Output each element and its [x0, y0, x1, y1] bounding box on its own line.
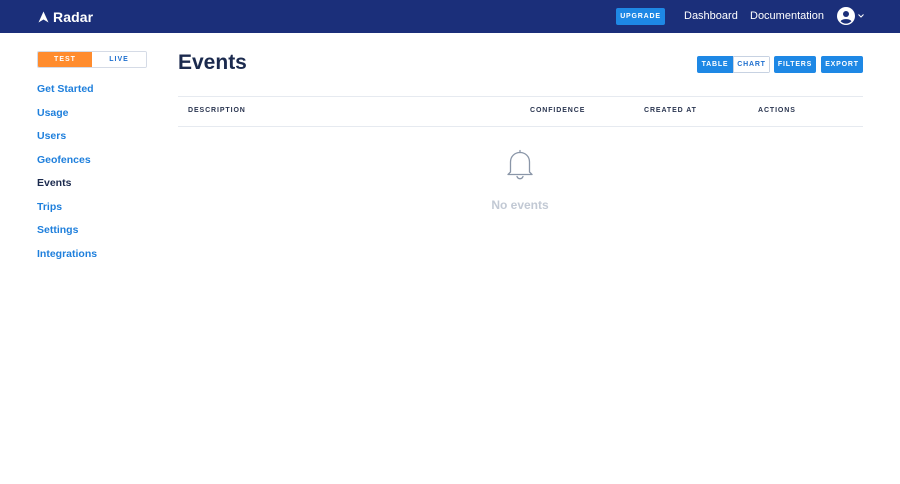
sidebar-nav: Get Started Usage Users Geofences Events… — [37, 82, 97, 270]
chart-view-button[interactable]: CHART — [733, 56, 770, 73]
events-table-header: DESCRIPTION CONFIDENCE CREATED AT ACTION… — [178, 96, 863, 127]
environment-toggle: TEST LIVE — [37, 51, 147, 68]
sidebar-item-get-started[interactable]: Get Started — [37, 82, 97, 106]
export-button[interactable]: EXPORT — [821, 56, 863, 73]
env-live-option[interactable]: LIVE — [92, 52, 146, 67]
column-header-description[interactable]: DESCRIPTION — [188, 107, 246, 114]
view-mode-toggle: TABLE CHART — [697, 56, 770, 73]
nav-dashboard-link[interactable]: Dashboard — [684, 9, 738, 23]
sidebar-item-trips[interactable]: Trips — [37, 200, 97, 224]
column-header-confidence[interactable]: CONFIDENCE — [530, 107, 585, 114]
top-navbar: Radar UPGRADE Dashboard Documentation — [0, 0, 900, 33]
sidebar-item-integrations[interactable]: Integrations — [37, 247, 97, 271]
sidebar-item-geofences[interactable]: Geofences — [37, 153, 97, 177]
empty-state: No events — [470, 148, 570, 212]
column-header-actions: ACTIONS — [758, 107, 796, 114]
env-test-option[interactable]: TEST — [38, 52, 92, 67]
radar-logo[interactable]: Radar — [38, 9, 93, 25]
sidebar-item-settings[interactable]: Settings — [37, 223, 97, 247]
logo-text: Radar — [53, 9, 94, 25]
sidebar-item-users[interactable]: Users — [37, 129, 97, 153]
page-title: Events — [178, 51, 247, 74]
account-menu[interactable] — [837, 7, 864, 25]
table-view-button[interactable]: TABLE — [697, 56, 733, 73]
filters-button[interactable]: FILTERS — [774, 56, 816, 73]
radar-logo-icon — [38, 11, 49, 23]
upgrade-button[interactable]: UPGRADE — [616, 8, 665, 25]
chevron-down-icon — [858, 14, 864, 18]
bell-icon — [507, 149, 533, 180]
empty-state-text: No events — [491, 198, 549, 212]
sidebar-item-events[interactable]: Events — [37, 176, 97, 200]
sidebar-item-usage[interactable]: Usage — [37, 106, 97, 130]
nav-documentation-link[interactable]: Documentation — [750, 9, 824, 23]
column-header-created-at[interactable]: CREATED AT — [644, 107, 697, 114]
avatar-icon — [837, 7, 855, 25]
